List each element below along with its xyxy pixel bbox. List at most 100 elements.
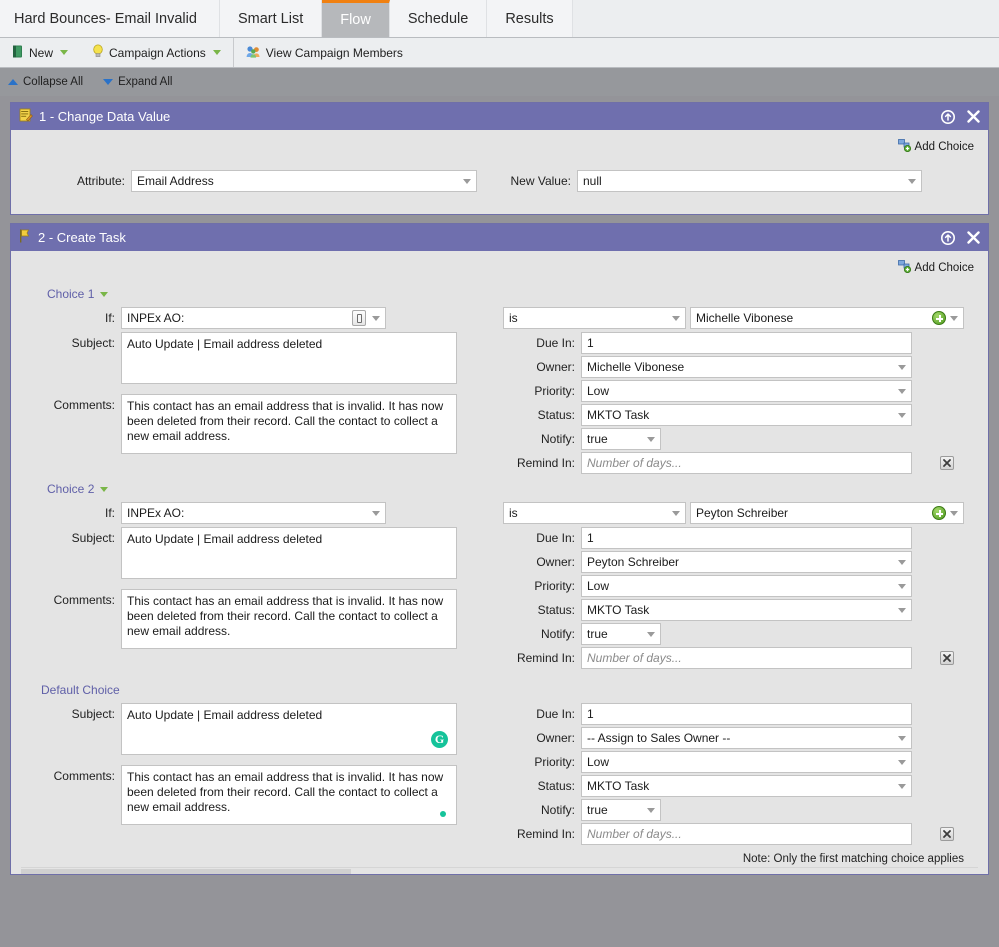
choice-1-toggle[interactable]: Choice 1 (47, 287, 109, 301)
triangle-up-icon (8, 79, 18, 85)
choice-2-comments-textarea[interactable]: This contact has an email address that i… (121, 589, 457, 649)
tab-bar-filler (572, 0, 999, 37)
scrollbar-thumb[interactable] (21, 869, 351, 874)
chevron-down-icon (950, 315, 958, 321)
choice-1-value-select[interactable]: Michelle Vibonese (690, 307, 964, 329)
tab-campaign-name[interactable]: Hard Bounces- Email Invalid (0, 0, 220, 37)
choice-1-priority-select[interactable]: Low (581, 380, 912, 402)
subject-label: Subject: (71, 531, 115, 545)
default-due-in-input[interactable]: 1 (581, 703, 912, 725)
notify-value: true (587, 803, 608, 817)
default-priority-select[interactable]: Low (581, 751, 912, 773)
choice-2-if-field-select[interactable]: INPEx AO: (121, 502, 386, 524)
horizontal-scrollbar[interactable] (21, 867, 978, 874)
chevron-down-icon (672, 315, 680, 321)
choice-1-owner-select[interactable]: Michelle Vibonese (581, 356, 912, 378)
add-choice-button[interactable]: Add Choice (897, 260, 974, 276)
choice-2-notify-select[interactable]: true (581, 623, 661, 645)
tab-label: Results (505, 10, 554, 27)
view-campaign-members-label: View Campaign Members (265, 45, 403, 60)
due-in-value: 1 (587, 336, 594, 350)
collapse-all-button[interactable]: Collapse All (8, 76, 83, 88)
chevron-down-icon (898, 759, 906, 765)
choice-1-status-select[interactable]: MKTO Task (581, 404, 912, 426)
comments-label: Comments: (53, 398, 115, 412)
new-menu-button[interactable]: New (0, 38, 80, 67)
choice-1-operator-select[interactable]: is (503, 307, 686, 329)
flow-step-header-actions (941, 109, 980, 124)
default-notify-select[interactable]: true (581, 799, 661, 821)
default-choice-delete-button[interactable] (940, 827, 954, 841)
default-subject-textarea[interactable]: Auto Update | Email address deleted G (121, 703, 457, 755)
expand-all-button[interactable]: Expand All (103, 76, 172, 88)
add-value-icon[interactable] (932, 506, 946, 520)
remind-in-placeholder: Number of days... (587, 651, 682, 665)
choice-2-owner-select[interactable]: Peyton Schreiber (581, 551, 912, 573)
default-choice-right-column: Due In: 1 Owner: -- Assign to Sales Owne… (491, 703, 978, 845)
chevron-down-icon (647, 807, 655, 813)
subject-text: Auto Update | Email address deleted (127, 532, 323, 546)
add-choice-label: Add Choice (914, 141, 974, 153)
choice-1-remind-in-input[interactable]: Number of days... (581, 452, 912, 474)
tab-smart-list[interactable]: Smart List (219, 0, 323, 37)
default-remind-in-input[interactable]: Number of days... (581, 823, 912, 845)
tab-results[interactable]: Results (487, 0, 573, 37)
flow-steps-container: 1 - Change Data Value Add Choice Attribu… (0, 96, 999, 875)
attribute-select[interactable]: Email Address (131, 170, 477, 192)
chevron-down-icon (100, 486, 109, 492)
add-value-icon[interactable] (932, 311, 946, 325)
choice-label: Choice 1 (47, 287, 95, 301)
choice-2-due-in-input[interactable]: 1 (581, 527, 912, 549)
choice-2-subject-textarea[interactable]: Auto Update | Email address deleted (121, 527, 457, 579)
default-priority-row: Priority: Low (503, 751, 978, 773)
change-data-value-icon (19, 108, 33, 125)
subject-label: Subject: (71, 707, 115, 721)
choice-2-delete-button[interactable] (940, 651, 954, 665)
tab-label: Schedule (407, 10, 469, 27)
choice-2-toggle[interactable]: Choice 2 (47, 482, 109, 496)
grammarly-icon[interactable]: G (431, 731, 448, 748)
if-value-text: Peyton Schreiber (696, 506, 789, 520)
choice-2-value-select[interactable]: Peyton Schreiber (690, 502, 964, 524)
choice-1-subject-textarea[interactable]: Auto Update | Email address deleted (121, 332, 457, 384)
close-icon[interactable] (967, 110, 980, 123)
choice-2-operator-value-row: is Peyton Schreiber (503, 502, 978, 524)
close-icon[interactable] (967, 231, 980, 244)
choice-1-due-in-input[interactable]: 1 (581, 332, 912, 354)
campaign-actions-menu-button[interactable]: Campaign Actions (80, 38, 233, 67)
default-comments-textarea[interactable]: This contact has an email address that i… (121, 765, 457, 825)
new-label: New (29, 45, 54, 60)
chevron-down-icon (212, 50, 221, 55)
choice-2-priority-select[interactable]: Low (581, 575, 912, 597)
choice-1-comments-textarea[interactable]: This contact has an email address that i… (121, 394, 457, 454)
add-choice-label: Add Choice (914, 262, 974, 274)
info-icon[interactable] (941, 230, 955, 245)
new-value-label: New Value: (510, 174, 571, 188)
new-document-icon (12, 45, 24, 61)
view-campaign-members-button[interactable]: View Campaign Members (234, 38, 415, 67)
choice-1-if-field-select[interactable]: INPEx AO: (121, 307, 386, 329)
tab-schedule[interactable]: Schedule (389, 0, 488, 37)
token-picker-icon[interactable] (352, 310, 366, 326)
choice-2-operator-select[interactable]: is (503, 502, 686, 524)
new-value-select[interactable]: null (577, 170, 922, 192)
people-icon (246, 45, 261, 61)
choice-2-status-select[interactable]: MKTO Task (581, 599, 912, 621)
status-value: MKTO Task (587, 603, 650, 617)
notify-value: true (587, 432, 608, 446)
add-choice-button[interactable]: Add Choice (897, 139, 974, 155)
default-choice-left-column: Subject: Auto Update | Email address del… (21, 703, 491, 825)
choice-1-left-column: If: INPEx AO: Subject: Auto Update | Ema… (21, 307, 491, 454)
choice-2-remind-in-input[interactable]: Number of days... (581, 647, 912, 669)
info-icon[interactable] (941, 109, 955, 124)
flow-step-header-actions (941, 230, 980, 245)
priority-value: Low (587, 579, 610, 593)
tab-flow[interactable]: Flow (322, 0, 390, 37)
choice-1-delete-button[interactable] (940, 456, 954, 470)
owner-value: -- Assign to Sales Owner -- (587, 731, 731, 745)
grammarly-status-dot-icon[interactable] (440, 811, 446, 817)
choice-1-notify-select[interactable]: true (581, 428, 661, 450)
default-owner-select[interactable]: -- Assign to Sales Owner -- (581, 727, 912, 749)
default-status-select[interactable]: MKTO Task (581, 775, 912, 797)
remind-in-placeholder: Number of days... (587, 456, 682, 470)
